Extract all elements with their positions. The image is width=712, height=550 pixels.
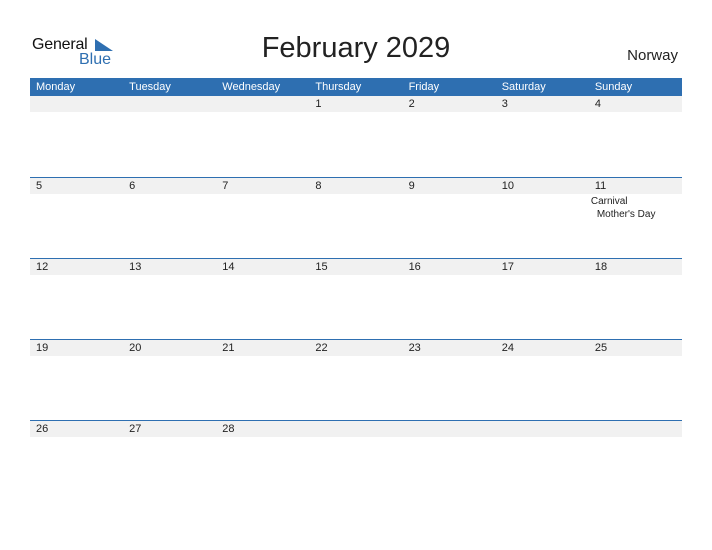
- day-cell: 28: [216, 421, 310, 501]
- day-cell: [216, 96, 310, 176]
- day-number: 18: [588, 259, 682, 275]
- day-cell: 27: [123, 421, 217, 501]
- holiday-list: Carnival Mother's Day: [589, 194, 682, 221]
- day-cell: 14: [216, 259, 310, 339]
- day-number: 20: [123, 340, 217, 356]
- day-cell: 3: [495, 96, 589, 176]
- day-cell: [402, 421, 496, 501]
- day-number: 7: [216, 178, 310, 194]
- day-number: 27: [123, 421, 217, 437]
- day-cell: 12: [30, 259, 124, 339]
- day-cell: [309, 421, 403, 501]
- day-number: 17: [495, 259, 589, 275]
- day-number: 8: [309, 178, 403, 194]
- day-number: [402, 421, 496, 437]
- day-cell: 1: [309, 96, 403, 176]
- week-row-3: 12 13 14 15 16 17 18: [30, 258, 682, 339]
- day-number: 12: [30, 259, 124, 275]
- day-cell: 20: [123, 340, 217, 420]
- holiday-mothers-day: Mother's Day: [596, 209, 656, 220]
- day-cell: [30, 96, 124, 176]
- day-cell: 6: [123, 178, 217, 258]
- day-cell: 11 Carnival Mother's Day: [588, 178, 682, 258]
- holiday-carnival: Carnival: [590, 196, 628, 207]
- day-cell: 16: [402, 259, 496, 339]
- day-cell: 22: [309, 340, 403, 420]
- day-number: 13: [123, 259, 217, 275]
- day-cell: 13: [123, 259, 217, 339]
- week-row-5: 26 27 28: [30, 420, 682, 501]
- day-number: 22: [309, 340, 403, 356]
- day-cell: [123, 96, 217, 176]
- weekday-header: Monday Tuesday Wednesday Thursday Friday…: [30, 78, 682, 96]
- day-number: 1: [309, 96, 403, 112]
- day-cell: 17: [495, 259, 589, 339]
- day-number: [30, 96, 124, 112]
- day-number: [309, 421, 403, 437]
- calendar-title: February 2029: [261, 32, 451, 64]
- weekday-tuesday: Tuesday: [129, 81, 171, 93]
- day-number: 21: [216, 340, 310, 356]
- day-number: [588, 421, 682, 437]
- day-number: 3: [495, 96, 589, 112]
- day-cell: 25: [588, 340, 682, 420]
- day-number: 6: [123, 178, 217, 194]
- weekday-thursday: Thursday: [315, 81, 362, 93]
- day-cell: 24: [495, 340, 589, 420]
- day-cell: 23: [402, 340, 496, 420]
- day-cell: 8: [309, 178, 403, 258]
- day-number: 16: [402, 259, 496, 275]
- weekday-saturday: Saturday: [501, 81, 546, 93]
- day-cell: [588, 421, 682, 501]
- day-cell: [495, 421, 589, 501]
- country-label: Norway: [627, 47, 678, 64]
- day-number: 24: [495, 340, 589, 356]
- day-cell: 26: [30, 421, 124, 501]
- day-cell: 10: [495, 178, 589, 258]
- day-cell: 2: [402, 96, 496, 176]
- day-number: 9: [402, 178, 496, 194]
- day-number: 5: [30, 178, 124, 194]
- day-cell: 4: [588, 96, 682, 176]
- day-cell: 9: [402, 178, 496, 258]
- day-number: 4: [588, 96, 682, 112]
- day-number: 26: [30, 421, 124, 437]
- day-cell: 7: [216, 178, 310, 258]
- day-number: 14: [216, 259, 310, 275]
- week-row-1: 1 2 3 4: [30, 96, 682, 176]
- day-cell: 5: [30, 178, 124, 258]
- day-cell: 18: [588, 259, 682, 339]
- day-number: 15: [309, 259, 403, 275]
- day-number: 19: [30, 340, 124, 356]
- weekday-friday: Friday: [408, 81, 440, 93]
- weekday-sunday: Sunday: [594, 81, 633, 93]
- day-cell: 21: [216, 340, 310, 420]
- week-row-2: 5 6 7 8 9 10 11 Carnival Mother's Day: [30, 177, 682, 258]
- weekday-monday: Monday: [36, 81, 76, 93]
- day-number: 11: [588, 178, 682, 194]
- day-cell: 19: [30, 340, 124, 420]
- day-number: [495, 421, 589, 437]
- day-number: [123, 96, 217, 112]
- day-number: 2: [402, 96, 496, 112]
- weekday-wednesday: Wednesday: [222, 81, 281, 93]
- day-cell: 15: [309, 259, 403, 339]
- day-number: 28: [216, 421, 310, 437]
- day-number: 10: [495, 178, 589, 194]
- day-number: 25: [588, 340, 682, 356]
- day-number: [216, 96, 310, 112]
- week-row-4: 19 20 21 22 23 24 25: [30, 339, 682, 420]
- day-number: 23: [402, 340, 496, 356]
